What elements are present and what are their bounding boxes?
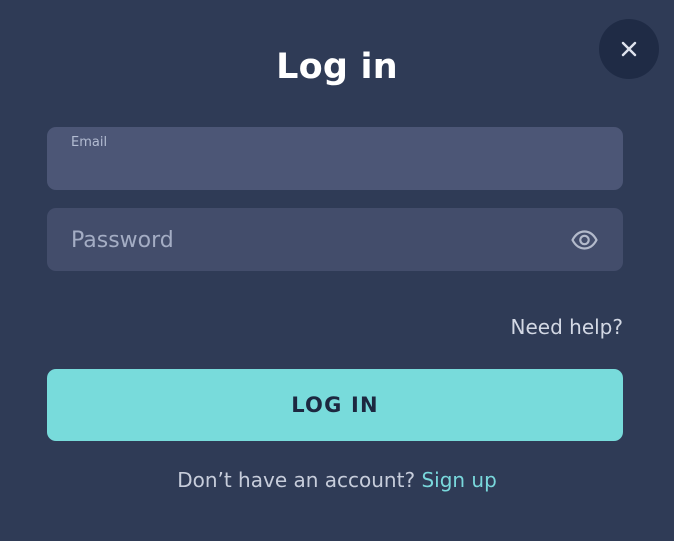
password-field[interactable]	[47, 208, 623, 271]
sign-up-link[interactable]: Sign up	[421, 468, 496, 492]
page-title: Log in	[276, 47, 398, 87]
need-help-link[interactable]: Need help?	[511, 314, 623, 340]
email-label: Email	[71, 135, 108, 150]
email-field[interactable]: Email	[47, 127, 623, 190]
eye-icon	[570, 230, 598, 250]
show-password-button[interactable]	[570, 227, 598, 253]
login-dialog: Log in Email Need help? LOG IN Don’t hav…	[0, 0, 674, 541]
no-account-text: Don’t have an account?	[177, 468, 416, 492]
email-input[interactable]	[71, 151, 591, 181]
login-button[interactable]: LOG IN	[47, 369, 623, 441]
password-input[interactable]	[71, 224, 551, 256]
signup-prompt: Don’t have an account? Sign up	[0, 467, 674, 493]
